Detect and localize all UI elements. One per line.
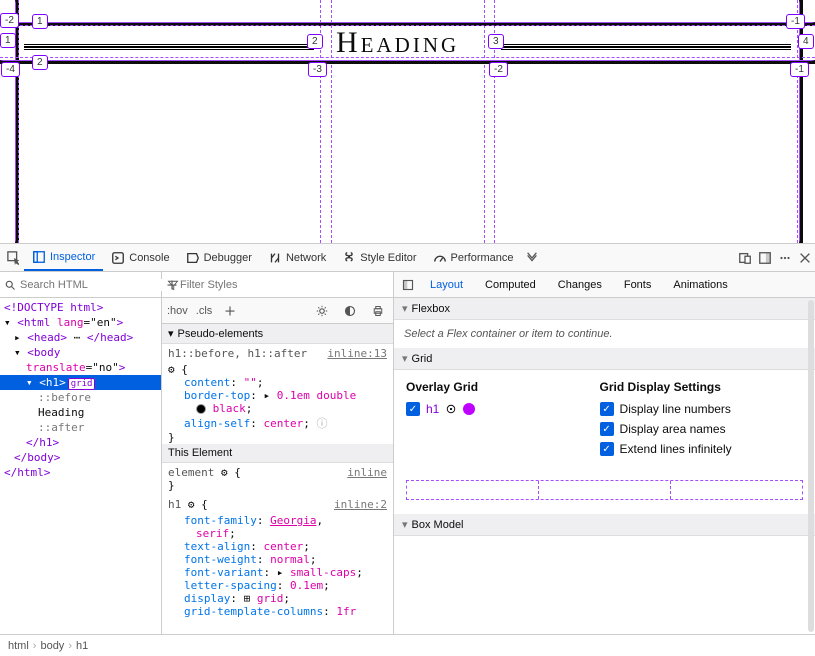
target-icon[interactable] (445, 403, 457, 415)
tab-console[interactable]: Console (103, 244, 177, 271)
tab-performance-label: Performance (451, 252, 514, 264)
tab-performance[interactable]: Performance (425, 244, 522, 271)
col-label-3: 3 (488, 34, 504, 49)
this-element-header: This Element (162, 444, 393, 463)
row-label-neg2: -2 (0, 13, 19, 28)
dom-body-close[interactable]: </body> (0, 450, 161, 465)
layout-tab-changes[interactable]: Changes (548, 272, 612, 297)
tabs-overflow-icon[interactable] (522, 248, 542, 268)
print-media-icon[interactable] (368, 301, 388, 321)
crumb-h1[interactable]: h1 (76, 640, 88, 652)
page-preview: Heading 1 2 3 4 -4 -3 -2 -1 1 2 -1 -2 (0, 0, 815, 243)
dark-scheme-icon[interactable] (340, 301, 360, 321)
grid-color-swatch[interactable] (463, 403, 475, 415)
col-label-neg4: -4 (1, 62, 20, 77)
grid-display-settings-title: Grid Display Settings (600, 380, 803, 394)
rules-panel: :hov .cls ▾Pseudo-elements h1::before, h… (162, 272, 394, 634)
dom-h1-open[interactable]: ▾ <h1>grid (0, 375, 161, 390)
layout-scrollbar[interactable] (808, 300, 814, 632)
opt-area-names[interactable]: ✓Display area names (600, 422, 803, 436)
grid-header[interactable]: ▾Grid (394, 348, 815, 370)
cls-toggle[interactable]: .cls (196, 305, 213, 317)
col-label-neg2: -2 (489, 62, 508, 77)
h1-source-link[interactable]: inline:2 (334, 498, 387, 511)
devtools-tabbar: Inspector Console Debugger Network Style… (0, 244, 815, 272)
flexbox-header[interactable]: ▾Flexbox (394, 298, 815, 320)
dom-body-attr[interactable]: translate="no"> (0, 360, 161, 375)
kebab-icon[interactable] (775, 248, 795, 268)
overlay-grid-title: Overlay Grid (406, 380, 576, 394)
add-rule-icon[interactable] (220, 301, 240, 321)
pick-element-icon[interactable] (4, 248, 24, 268)
chevron-right-icon: › (68, 640, 72, 652)
close-icon[interactable] (795, 248, 815, 268)
col-label-2: 2 (307, 34, 323, 49)
layout-tab-fonts[interactable]: Fonts (614, 272, 662, 297)
flexbox-message: Select a Flex container or item to conti… (394, 320, 815, 348)
filter-styles-input[interactable] (180, 279, 389, 291)
crumb-html[interactable]: html (8, 640, 29, 652)
layout-tab-animations[interactable]: Animations (663, 272, 737, 297)
dom-tree[interactable]: <!DOCTYPE html> ▾ <html lang="en"> ▸ <he… (0, 298, 161, 634)
pseudo-selector: h1::before, h1::after (168, 347, 307, 360)
devtools: Inspector Console Debugger Network Style… (0, 243, 815, 656)
tab-debugger-label: Debugger (204, 252, 252, 264)
dom-search-input[interactable] (20, 279, 162, 291)
overlay-h1-label: h1 (426, 402, 439, 416)
row-label-2: 2 (32, 55, 48, 70)
row-label-neg1: -1 (790, 62, 809, 77)
dom-html-open[interactable]: ▾ <html lang="en"> (0, 315, 161, 330)
mini-grid-preview (406, 480, 803, 500)
box-model-header[interactable]: ▾Box Model (394, 514, 815, 536)
rules-toolbar: :hov .cls (162, 298, 393, 324)
light-scheme-icon[interactable] (312, 301, 332, 321)
dom-text[interactable]: Heading (0, 405, 161, 420)
layout-body[interactable]: ▾Flexbox Select a Flex container or item… (394, 298, 815, 634)
layout-tabbar: Layout Computed Changes Fonts Animations (394, 272, 815, 298)
dom-html-close[interactable]: </html> (0, 465, 161, 480)
layout-sidebar-icon[interactable] (398, 275, 418, 295)
chevron-right-icon: › (33, 640, 37, 652)
opt-line-numbers[interactable]: ✓Display line numbers (600, 402, 803, 416)
tab-network-label: Network (286, 252, 326, 264)
row-label-1: 1 (0, 33, 16, 48)
tab-style-editor[interactable]: Style Editor (334, 244, 424, 271)
tab-network[interactable]: Network (260, 244, 334, 271)
dom-body-open[interactable]: ▾ <body (0, 345, 161, 360)
element-source-link[interactable]: inline (347, 466, 387, 479)
dom-doctype[interactable]: <!DOCTYPE html> (0, 300, 161, 315)
col-label-1: 1 (32, 14, 48, 29)
rules-body[interactable]: ▾Pseudo-elements h1::before, h1::after i… (162, 324, 393, 634)
dom-h1-close[interactable]: </h1> (0, 435, 161, 450)
responsive-design-icon[interactable] (735, 248, 755, 268)
dock-mode-icon[interactable] (755, 248, 775, 268)
layout-tab-computed[interactable]: Computed (475, 272, 546, 297)
layout-panel: Layout Computed Changes Fonts Animations… (394, 272, 815, 634)
pseudo-elements-header[interactable]: ▾Pseudo-elements (162, 324, 393, 344)
tab-console-label: Console (129, 252, 169, 264)
dom-panel: <!DOCTYPE html> ▾ <html lang="en"> ▸ <he… (0, 272, 162, 634)
layout-tab-layout[interactable]: Layout (420, 272, 473, 297)
tab-debugger[interactable]: Debugger (178, 244, 260, 271)
hov-toggle[interactable]: :hov (167, 305, 188, 317)
dom-search-bar (0, 272, 161, 298)
opt-extend-lines[interactable]: ✓Extend lines infinitely (600, 442, 803, 456)
col-label-4: 4 (798, 34, 814, 49)
filter-icon (166, 275, 180, 295)
overlay-h1-row[interactable]: ✓ h1 (406, 402, 576, 416)
search-icon (4, 275, 16, 295)
heading-text: Heading (336, 26, 459, 60)
checkbox-h1-icon[interactable]: ✓ (406, 402, 420, 416)
breadcrumb: html › body › h1 (0, 634, 815, 656)
col-label-neg3: -3 (308, 62, 327, 77)
dom-head[interactable]: ▸ <head> ⋯ </head> (0, 330, 161, 345)
dom-before[interactable]: ::before (0, 390, 161, 405)
tab-inspector-label: Inspector (50, 251, 95, 263)
pseudo-source-link[interactable]: inline:13 (327, 347, 387, 360)
dom-after[interactable]: ::after (0, 420, 161, 435)
col-label-neg1: -1 (786, 14, 805, 29)
crumb-body[interactable]: body (40, 640, 64, 652)
tab-style-editor-label: Style Editor (360, 252, 416, 264)
tab-inspector[interactable]: Inspector (24, 244, 103, 271)
